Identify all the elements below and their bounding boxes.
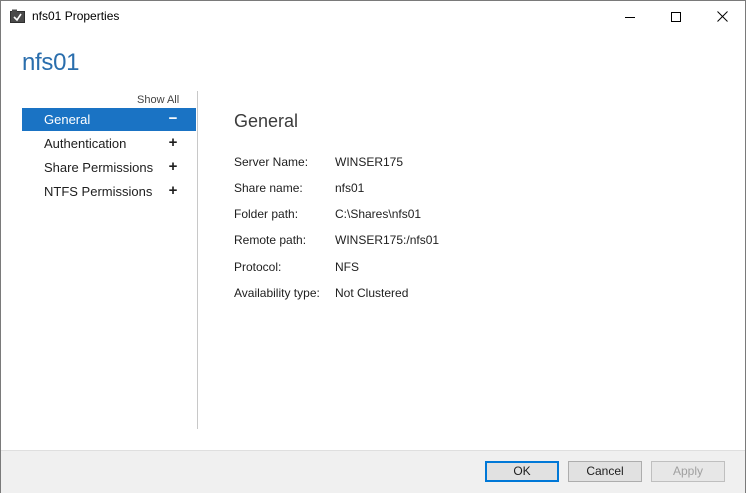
server-name-label: Server Name: — [234, 155, 309, 169]
maximize-icon — [671, 11, 681, 22]
share-properties-icon — [10, 9, 25, 23]
expand-icon[interactable]: + — [166, 182, 180, 200]
apply-button[interactable]: Apply — [651, 461, 725, 482]
dialog-footer: OK Cancel Apply — [1, 450, 745, 493]
ok-button[interactable]: OK — [485, 461, 559, 482]
server-name-value: WINSER175 — [335, 155, 404, 169]
nav-item-share-permissions[interactable]: Share Permissions + — [22, 156, 196, 179]
nav-item-ntfs-permissions[interactable]: NTFS Permissions + — [22, 180, 196, 203]
nav-item-authentication[interactable]: Authentication + — [22, 132, 196, 155]
share-name-value: nfs01 — [335, 181, 365, 195]
availability-type-label: Availability type: — [234, 286, 320, 300]
close-button[interactable] — [699, 1, 745, 32]
show-all-link[interactable]: Show All — [137, 94, 179, 106]
minimize-icon — [625, 16, 635, 18]
protocol-value: NFS — [335, 260, 359, 274]
nav-divider — [197, 91, 198, 429]
title-bar[interactable]: nfs01 Properties — [1, 1, 745, 32]
properties-dialog: nfs01 Properties nfs01 Show All General … — [0, 0, 746, 493]
close-icon — [716, 11, 728, 22]
nav-item-label: Authentication — [44, 136, 127, 151]
protocol-label: Protocol: — [234, 260, 282, 274]
folder-path-label: Folder path: — [234, 207, 299, 221]
remote-path-value: WINSER175:/nfs01 — [335, 233, 440, 247]
availability-type-value: Not Clustered — [335, 286, 409, 300]
folder-path-value: C:\Shares\nfs01 — [335, 207, 422, 221]
collapse-icon[interactable]: − — [166, 110, 180, 128]
expand-icon[interactable]: + — [166, 134, 180, 152]
remote-path-label: Remote path: — [234, 233, 307, 247]
nav-item-label: General — [44, 112, 91, 127]
expand-icon[interactable]: + — [166, 158, 180, 176]
cancel-button[interactable]: Cancel — [568, 461, 642, 482]
maximize-button[interactable] — [653, 1, 699, 32]
nav-item-general[interactable]: General − — [22, 108, 196, 131]
section-title: General — [234, 111, 299, 131]
window-title: nfs01 Properties — [32, 9, 120, 23]
nav-item-label: Share Permissions — [44, 160, 154, 175]
nav-item-label: NTFS Permissions — [44, 184, 153, 199]
share-name-label: Share name: — [234, 181, 303, 195]
minimize-button[interactable] — [607, 1, 653, 32]
page-title: nfs01 — [22, 49, 80, 76]
